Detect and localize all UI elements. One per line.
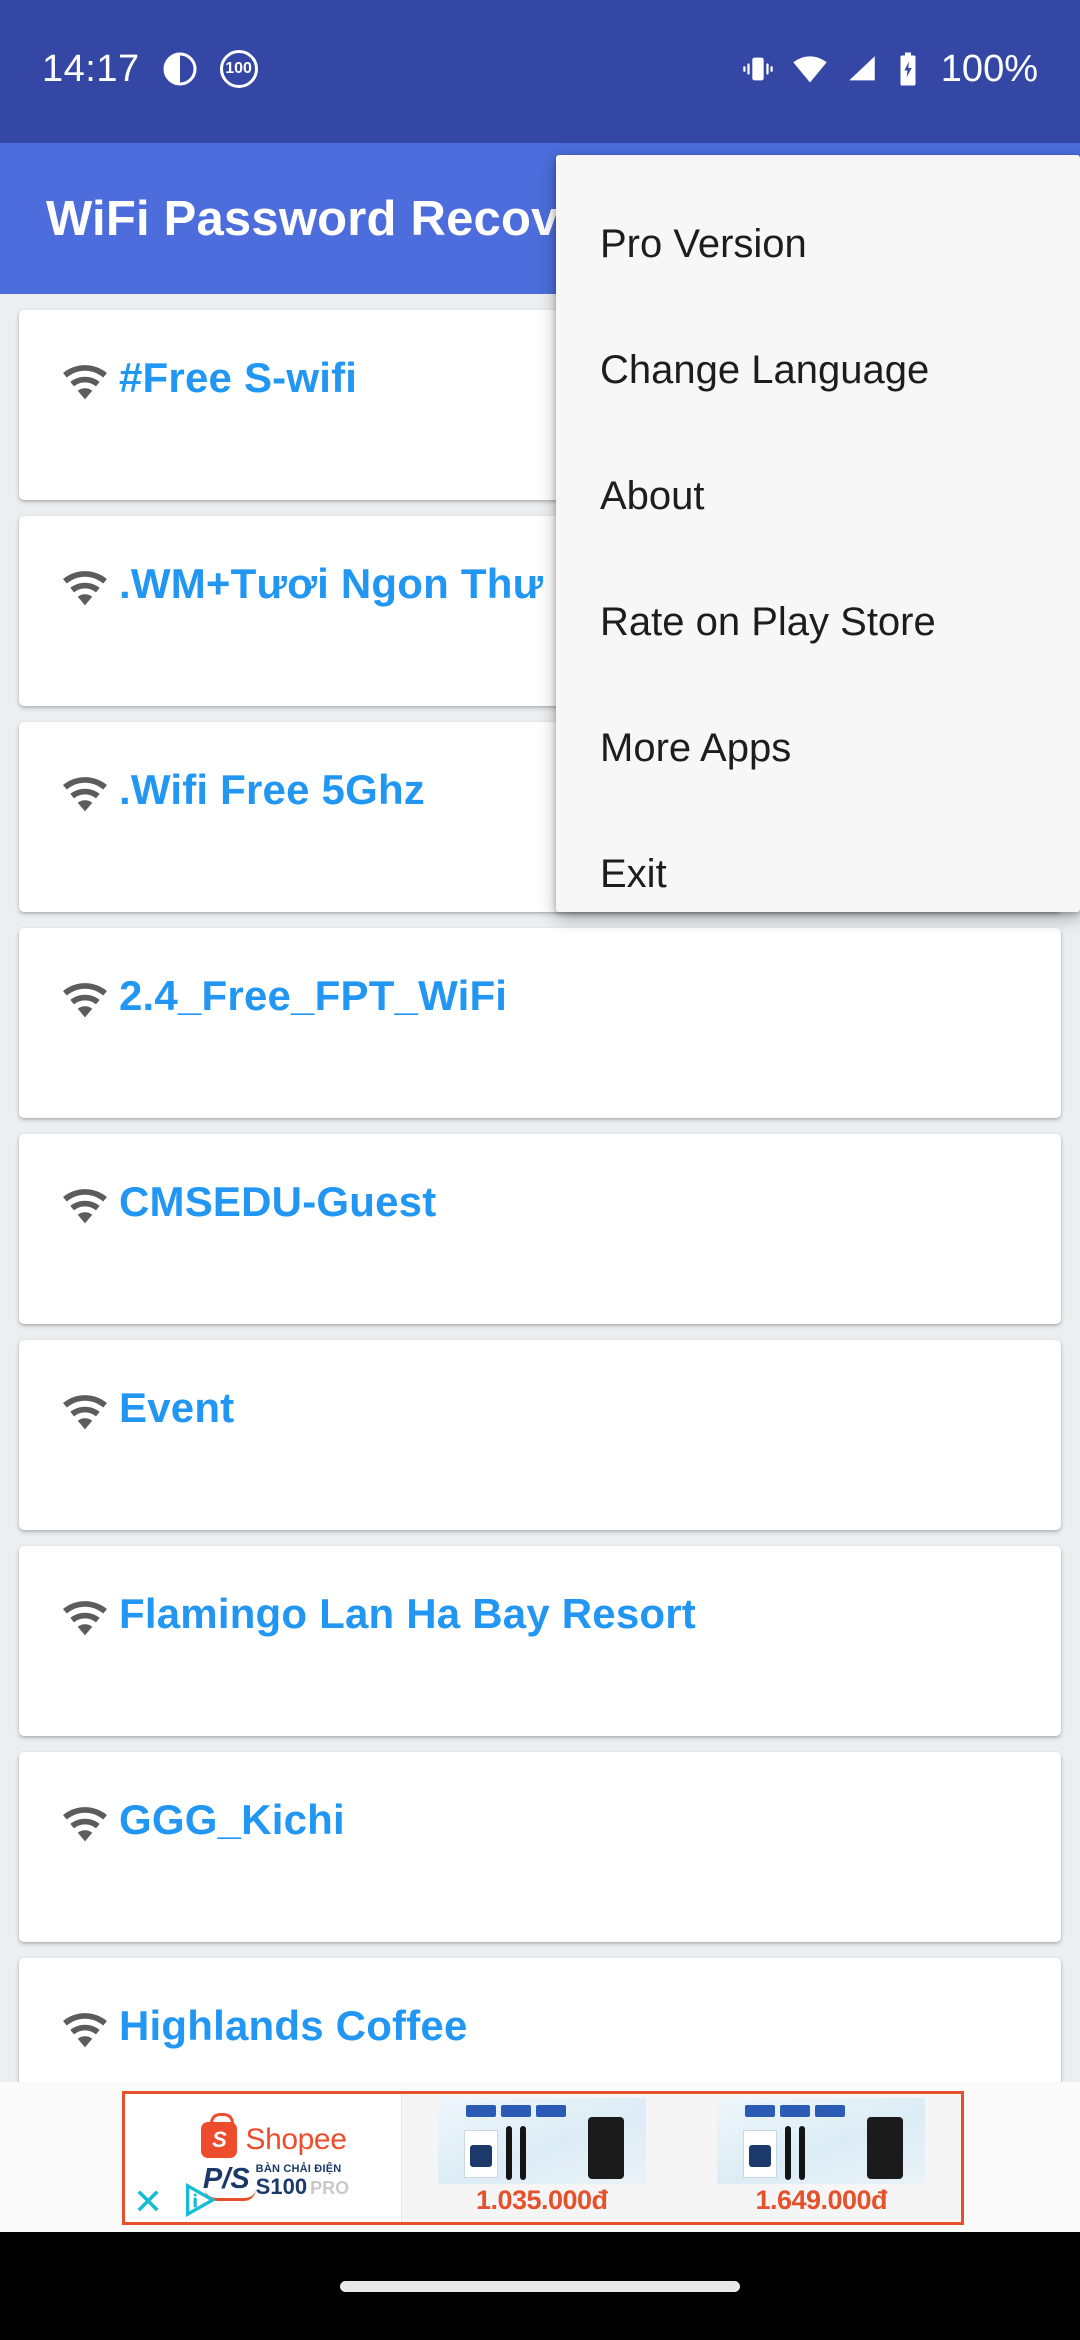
page-title: WiFi Password Recovery (46, 191, 633, 246)
status-bar: 14:17 100 100% (0, 0, 1080, 143)
ad-banner[interactable]: S Shopee P/S BÀN CHẢI ĐIỆN S100 PRO ✕ 1.… (122, 2091, 964, 2225)
ad-product-price: 1.649.000đ (755, 2185, 888, 2215)
wifi-ssid: Event (119, 1384, 235, 1431)
do-not-disturb-icon (162, 51, 198, 87)
ad-toothbrush-icon (519, 2126, 526, 2180)
status-clock: 14:17 (42, 47, 140, 90)
ad-product-price: 1.035.000đ (475, 2185, 608, 2215)
wifi-ssid: Highlands Coffee (119, 2002, 468, 2049)
wifi-ssid: #Free S-wifi (119, 354, 358, 401)
wifi-signal-icon (57, 2004, 119, 2055)
ad-toothbrush-icon (785, 2126, 792, 2180)
ad-badges-icon (465, 2105, 566, 2117)
ad-product-card[interactable]: 1.035.000đ (402, 2094, 682, 2222)
menu-item-rate-on-play-store[interactable]: Rate on Play Store (556, 559, 1080, 685)
list-item[interactable]: CMSEDU-Guest (19, 1134, 1061, 1324)
adchoices-icon[interactable] (181, 2180, 221, 2220)
status-bar-right: 100% (741, 50, 1038, 88)
wifi-ssid: CMSEDU-Guest (119, 1178, 437, 1225)
ad-device-icon (587, 2117, 624, 2179)
menu-item-pro-version[interactable]: Pro Version (556, 181, 1080, 307)
list-item[interactable]: Flamingo Lan Ha Bay Resort (19, 1546, 1061, 1736)
ad-product-line2-suffix: PRO (310, 2178, 350, 2198)
menu-item-about[interactable]: About (556, 433, 1080, 559)
wifi-signal-icon (57, 562, 119, 613)
menu-item-more-apps[interactable]: More Apps (556, 685, 1080, 811)
menu-item-change-language[interactable]: Change Language (556, 307, 1080, 433)
list-item[interactable]: Event (19, 1340, 1061, 1530)
battery-saver-100-icon: 100 (219, 49, 258, 88)
phone-screen: 14:17 100 100% WiFi Password Recovery #F… (0, 0, 1080, 2340)
ps-brand-lockup: P/S BÀN CHẢI ĐIỆN S100 PRO (203, 2160, 350, 2201)
list-item[interactable]: GGG_Kichi (19, 1752, 1061, 1942)
list-item[interactable]: 2.4_Free_FPT_WiFi (19, 928, 1061, 1118)
system-navigation-bar (0, 2232, 1080, 2340)
status-bar-left: 14:17 100 (42, 47, 258, 90)
ad-device-icon (867, 2117, 904, 2179)
wifi-signal-icon (57, 1180, 119, 1231)
cellular-signal-icon (845, 52, 879, 86)
battery-percent-label: 100% (940, 47, 1038, 90)
wifi-signal-icon (57, 768, 119, 819)
ad-product-image (437, 2098, 646, 2184)
ad-brand-panel[interactable]: S Shopee P/S BÀN CHẢI ĐIỆN S100 PRO ✕ (125, 2094, 402, 2222)
wifi-signal-icon (57, 1386, 119, 1437)
battery-charging-icon (895, 51, 921, 87)
ad-badges-icon (745, 2105, 846, 2117)
wifi-ssid: .Wifi Free 5Ghz (119, 766, 426, 813)
shopee-bag-icon: S (201, 2113, 238, 2158)
ad-product-card[interactable]: 1.649.000đ (681, 2094, 961, 2222)
ad-toothbrush-icon (799, 2126, 806, 2180)
menu-item-exit[interactable]: Exit (556, 811, 1080, 937)
wifi-ssid: Flamingo Lan Ha Bay Resort (119, 1590, 696, 1637)
home-gesture-pill[interactable] (340, 2280, 740, 2292)
wifi-icon (791, 50, 829, 88)
overflow-menu[interactable]: Pro Version Change Language About Rate o… (556, 155, 1080, 912)
ad-product-box (463, 2130, 498, 2178)
wifi-signal-icon (57, 1592, 119, 1643)
wifi-signal-icon (57, 1798, 119, 1849)
wifi-ssid: 2.4_Free_FPT_WiFi (119, 972, 508, 1019)
ad-product-line2: S100 (255, 2174, 308, 2199)
wifi-ssid: .WM+Tươi Ngon Thư (119, 560, 544, 607)
shopee-wordmark: Shopee (245, 2123, 347, 2156)
wifi-signal-icon (57, 974, 119, 1025)
ad-product-box (743, 2130, 778, 2178)
wifi-ssid: GGG_Kichi (119, 1796, 345, 1843)
ad-toothbrush-icon (505, 2126, 512, 2180)
shopee-logo: S Shopee (201, 2113, 347, 2158)
ad-product-image (717, 2098, 926, 2184)
wifi-signal-icon (57, 356, 119, 407)
ad-close-icon[interactable]: ✕ (133, 2184, 163, 2220)
vibrate-icon (741, 52, 775, 86)
